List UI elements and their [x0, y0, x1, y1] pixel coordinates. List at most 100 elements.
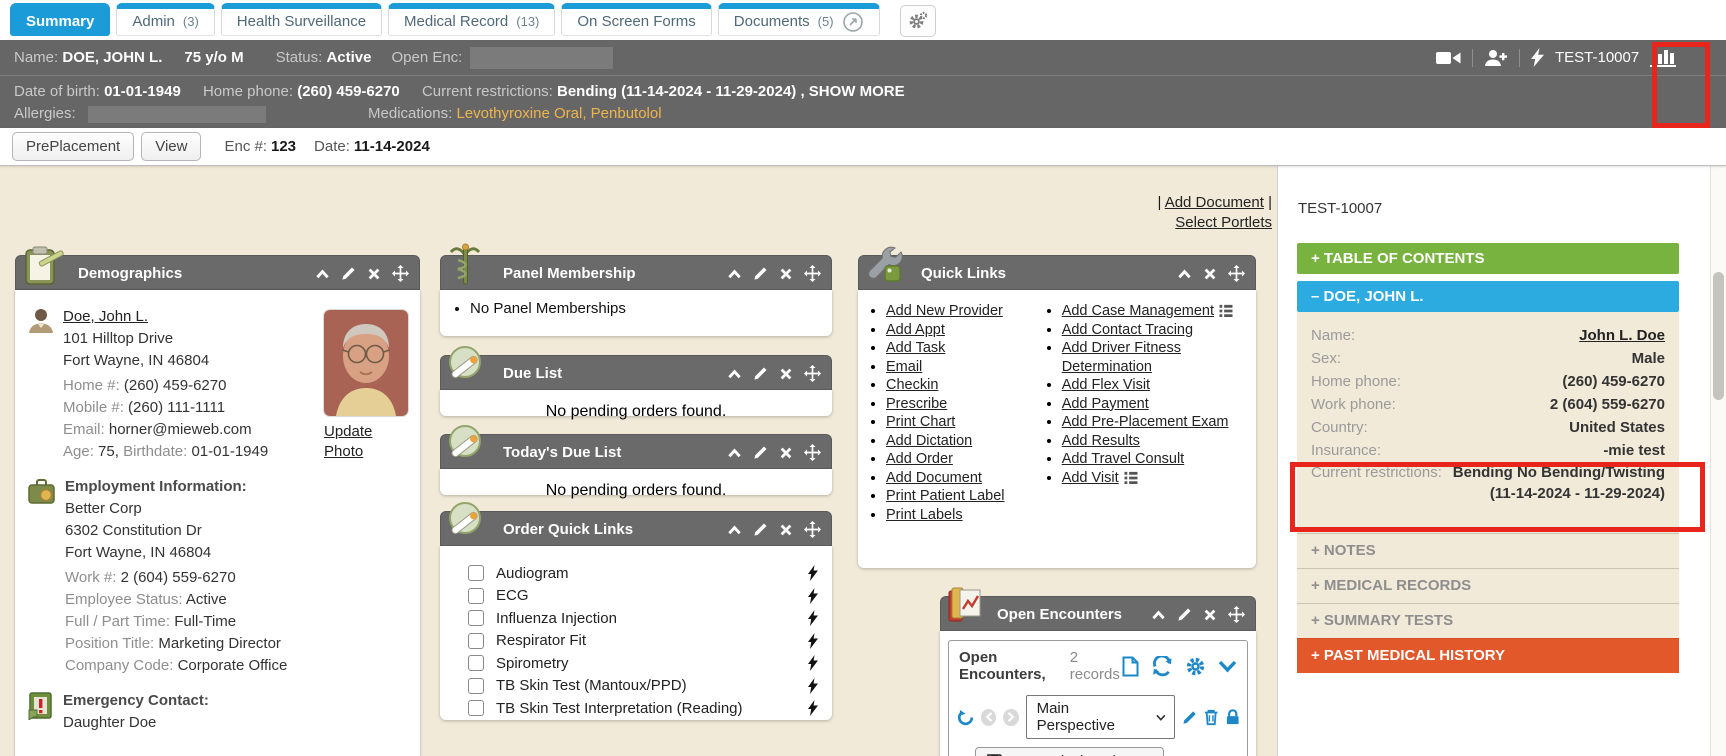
lightning-icon[interactable]	[808, 700, 818, 716]
collapse-icon[interactable]	[315, 267, 330, 280]
order-label[interactable]: TB Skin Test Interpretation (Reading)	[496, 700, 743, 717]
quick-link[interactable]: Add Contact Tracing	[1062, 322, 1193, 338]
quick-link[interactable]: Add Driver Fitness Determination	[1062, 340, 1181, 375]
close-icon[interactable]	[1203, 608, 1217, 622]
quick-link[interactable]: Add Flex Visit	[1062, 377, 1150, 393]
portlet-header[interactable]: Panel Membership	[440, 255, 832, 290]
tab-health-surveillance[interactable]: Health Surveillance	[221, 3, 382, 36]
quick-link[interactable]: Add Results	[1062, 433, 1140, 449]
list-icon[interactable]	[1124, 471, 1138, 484]
view-button[interactable]: View	[141, 132, 201, 161]
move-icon[interactable]	[804, 265, 821, 282]
trash-icon[interactable]	[1204, 708, 1218, 726]
order-checkbox[interactable]	[468, 700, 484, 716]
lightning-icon[interactable]	[808, 588, 818, 604]
undo-icon[interactable]	[957, 708, 974, 727]
collapse-icon[interactable]	[1151, 608, 1166, 621]
quick-link[interactable]: Add New Provider	[886, 303, 1003, 319]
collapse-icon[interactable]	[727, 267, 742, 280]
quick-link[interactable]: Add Dictation	[886, 433, 972, 449]
perspective-select[interactable]: Main Perspective	[1026, 695, 1175, 739]
next-button[interactable]	[1003, 709, 1018, 726]
edit-icon[interactable]	[753, 266, 768, 281]
move-icon[interactable]	[804, 521, 821, 538]
lock-icon[interactable]	[1226, 708, 1239, 726]
video-camera-icon[interactable]	[1436, 50, 1461, 66]
order-label[interactable]: Spirometry	[496, 655, 569, 672]
edit-icon[interactable]	[341, 266, 356, 281]
edit-icon[interactable]	[753, 522, 768, 537]
flowsheet-chart-icon[interactable]	[1650, 47, 1677, 69]
order-checkbox[interactable]	[468, 655, 484, 671]
section-notes[interactable]: + NOTES	[1297, 533, 1679, 568]
gear-icon[interactable]	[1185, 656, 1206, 677]
close-icon[interactable]	[779, 523, 793, 537]
quick-link[interactable]: Add Order	[886, 451, 953, 467]
collapse-icon[interactable]	[727, 367, 742, 380]
move-icon[interactable]	[804, 365, 821, 382]
section-summary-tests[interactable]: + SUMMARY TESTS	[1297, 603, 1679, 638]
lightning-icon[interactable]	[1531, 48, 1544, 67]
store-displayed-data-button[interactable]: Store Displayed Data	[975, 747, 1164, 756]
order-label[interactable]: Audiogram	[496, 565, 569, 582]
add-document-link[interactable]: Add Document	[1165, 194, 1264, 211]
update-photo-link[interactable]: Update Photo	[324, 423, 372, 460]
quick-link[interactable]: Add Document	[886, 470, 982, 486]
move-icon[interactable]	[1228, 606, 1245, 623]
lightning-icon[interactable]	[808, 633, 818, 649]
section-past-medical-history[interactable]: + PAST MEDICAL HISTORY	[1297, 638, 1679, 673]
lightning-icon[interactable]	[808, 565, 818, 581]
move-icon[interactable]	[392, 265, 409, 282]
select-portlets-link[interactable]: Select Portlets	[1175, 214, 1272, 231]
portlet-header[interactable]: Demographics	[15, 255, 420, 290]
quick-link[interactable]: Print Chart	[886, 414, 955, 430]
restrictions-value[interactable]: Bending (11-14-2024 - 11-29-2024) , SHOW…	[557, 83, 905, 100]
edit-icon[interactable]	[1182, 709, 1197, 726]
patient-section-header[interactable]: – DOE, JOHN L.	[1297, 281, 1679, 312]
new-document-icon[interactable]	[1121, 656, 1140, 677]
quick-link[interactable]: Add Payment	[1062, 396, 1149, 412]
order-label[interactable]: TB Skin Test (Mantoux/PPD)	[496, 677, 687, 694]
tab-admin[interactable]: Admin(3)	[116, 3, 214, 36]
tab-medical-record[interactable]: Medical Record(13)	[388, 3, 555, 36]
add-person-icon[interactable]	[1484, 49, 1508, 67]
settings-gear-button[interactable]	[900, 5, 936, 37]
quick-link[interactable]: Add Appt	[886, 322, 945, 338]
collapse-icon[interactable]	[727, 446, 742, 459]
refresh-icon[interactable]	[1152, 656, 1173, 677]
portlet-header[interactable]: Due List	[440, 355, 832, 390]
quick-link[interactable]: Print Labels	[886, 507, 963, 523]
collapse-icon[interactable]	[727, 523, 742, 536]
quick-link[interactable]: Add Case Management	[1062, 303, 1214, 319]
move-icon[interactable]	[1228, 265, 1245, 282]
close-icon[interactable]	[779, 446, 793, 460]
order-label[interactable]: Influenza Injection	[496, 610, 617, 627]
list-icon[interactable]	[1219, 304, 1233, 317]
tab-documents[interactable]: Documents(5)	[718, 3, 880, 36]
quick-link[interactable]: Add Visit	[1062, 470, 1119, 486]
portlet-header[interactable]: Today's Due List	[440, 434, 832, 469]
portlet-header[interactable]: Order Quick Links	[440, 511, 832, 546]
patient-name-link[interactable]: John L. Doe	[1579, 327, 1665, 344]
table-of-contents-header[interactable]: + TABLE OF CONTENTS	[1297, 243, 1679, 274]
close-icon[interactable]	[779, 267, 793, 281]
quick-link[interactable]: Add Pre-Placement Exam	[1062, 414, 1229, 430]
quick-link[interactable]: Checkin	[886, 377, 938, 393]
tab-summary[interactable]: Summary	[10, 3, 110, 36]
edit-icon[interactable]	[753, 445, 768, 460]
tab-on-screen-forms[interactable]: On Screen Forms	[561, 3, 711, 36]
portlet-header[interactable]: Open Encounters	[940, 596, 1256, 631]
chevron-down-icon[interactable]	[1218, 660, 1237, 673]
preplacement-button[interactable]: PrePlacement	[12, 132, 134, 161]
order-label[interactable]: ECG	[496, 587, 529, 604]
prev-button[interactable]	[981, 709, 996, 726]
medications-value[interactable]: Levothyroxine Oral, Penbutolol	[456, 105, 661, 122]
popout-icon[interactable]	[842, 11, 864, 33]
lightning-icon[interactable]	[808, 678, 818, 694]
lightning-icon[interactable]	[808, 610, 818, 626]
quick-link[interactable]: Prescribe	[886, 396, 947, 412]
order-checkbox[interactable]	[468, 678, 484, 694]
order-checkbox[interactable]	[468, 610, 484, 626]
scrollbar-thumb[interactable]	[1713, 272, 1724, 400]
portlet-header[interactable]: Quick Links	[858, 255, 1256, 290]
